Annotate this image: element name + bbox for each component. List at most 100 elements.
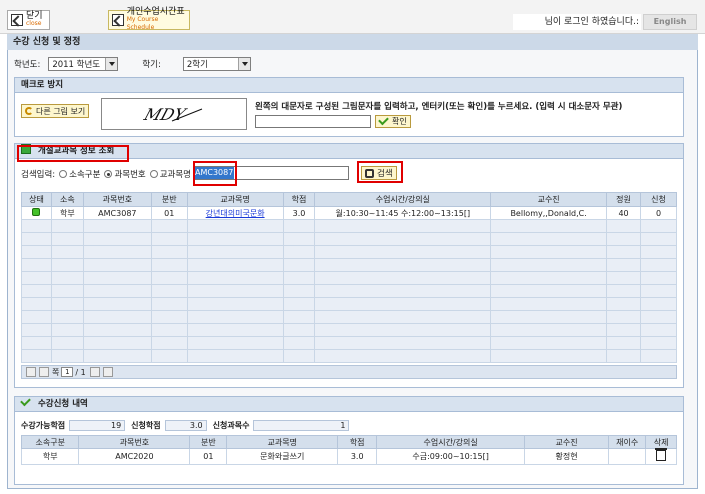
name-cell: 강년대의미국문화 [186,206,284,220]
prev-page-button[interactable] [39,367,49,377]
radio-course-name[interactable] [149,170,158,178]
radio-dept-label: 소속구분 [69,170,101,180]
section-cell: 01 [150,206,188,220]
registered-table: 소속구분 과목번호 분반 교과목명 학점 수업시간/강의실 교수진 재이수 삭제… [20,435,677,465]
registered-title: 수강신청 내역 [37,399,88,409]
col-status[interactable]: 상태 [21,192,52,207]
course-results-table: 상태 소속 과목번호 분반 교과목명 학점 수업시간/강의실 교수진 정원 신청… [21,192,677,363]
empty-row [21,219,677,233]
col-dept[interactable]: 소속 [50,192,84,207]
term-filter: 학년도: 2011 학년도 학기: 2학기 [14,57,251,71]
top-bar: 닫기 close 개인수업시간표 My Course Schedule 님이 로… [0,0,705,34]
page-input[interactable]: 1 [61,367,74,377]
retake-cell [608,448,647,465]
radio-course-code-label: 과목번호 [114,170,146,180]
check-icon [20,395,31,407]
col-time[interactable]: 수업시간/강의실 [314,192,492,207]
capacity-cell: 40 [606,206,642,220]
course-search-header: 개설교과목 정보 조회 [15,144,683,159]
col-credit: 학점 [337,435,378,449]
col-prof[interactable]: 교수진 [490,192,608,207]
registered-courses-panel: 수강신청 내역 수강가능학점 19 신청학점 3.0 신청과목수 1 소속구분 … [14,395,684,485]
col-section: 분반 [189,435,228,449]
search-button[interactable]: 검색 [361,166,397,180]
col-code[interactable]: 과목번호 [82,192,152,207]
term-select[interactable]: 2학기 [182,57,251,71]
trash-icon[interactable] [655,448,668,461]
refresh-captcha-button[interactable]: 다른 그림 보기 [21,104,90,118]
close-sub-label: close [26,20,42,27]
captcha-text: MDY [141,105,190,124]
year-select[interactable]: 2011 학년도 [48,57,119,71]
credit-cell: 3.0 [337,448,378,465]
schedule-icon [112,14,124,26]
course-schedule-button[interactable]: 개인수업시간표 My Course Schedule [108,7,190,31]
pager: 쪽 1 / 1 [21,365,677,379]
course-count-value: 1 [253,419,350,431]
check-icon [378,114,389,126]
col-name[interactable]: 교과목명 [186,192,284,207]
schedule-label: 개인수업시간표 [126,7,185,17]
next-page-button[interactable] [89,367,100,377]
close-label: 닫기 [26,11,43,21]
col-delete: 삭제 [645,435,677,449]
chevron-down-icon [237,58,250,70]
last-page-button[interactable] [102,367,113,377]
status-cell [21,206,52,220]
table-row[interactable]: 학부 AMC3087 01 강년대의미국문화 3.0 월:10:30~11:45… [21,206,677,220]
first-page-button[interactable] [26,367,36,377]
col-retake: 재이수 [608,435,647,449]
max-credit-label: 수강가능학점 [21,420,66,430]
page-title: 수강 신청 및 정정 [7,34,698,50]
search-button-label: 검색 [377,169,393,179]
time-cell: 월:10:30~11:45 수:12:00~13:15[] [314,206,492,220]
schedule-sub-label: My Course Schedule [126,16,159,31]
english-button[interactable]: English [643,14,697,30]
empty-row [21,232,677,246]
col-dept: 소속구분 [20,435,80,449]
course-name-link[interactable]: 강년대의미국문화 [206,209,265,218]
chevron-down-icon [105,58,118,70]
radio-course-name-label: 교과목명 [159,170,191,180]
empty-row [21,271,677,285]
applied-cell: 0 [640,206,677,220]
course-count-label: 신청과목수 [212,420,250,430]
col-prof: 교수진 [524,435,610,449]
captcha-confirm-label: 확인 [392,117,407,126]
macro-panel-title: 매크로 방지 [15,78,683,93]
empty-row [21,310,677,324]
radio-course-code[interactable] [104,170,113,178]
applied-credit-label: 신청학점 [131,420,161,430]
refresh-captcha-label: 다른 그림 보기 [36,106,86,116]
captcha-image: MDY [101,98,247,130]
table-header-row: 상태 소속 과목번호 분반 교과목명 학점 수업시간/강의실 교수진 정원 신청 [21,192,677,207]
status-indicator-icon [32,208,41,216]
close-button[interactable]: 닫기 close [7,10,50,30]
captcha-instruction: 왼쪽의 대문자로 구성된 그림문자를 입력하고, 엔터키(또는 확인)를 누르세… [255,102,623,112]
term-select-value: 2학기 [186,60,208,70]
course-search-input[interactable]: AMC3087 [193,166,349,180]
empty-row [21,245,677,259]
col-capacity[interactable]: 정원 [606,192,642,207]
time-cell: 수금:09:00~10:15[] [376,448,526,465]
col-credit[interactable]: 학점 [282,192,316,207]
captcha-input[interactable] [255,115,371,128]
empty-row [21,336,677,350]
course-search-title: 개설교과목 정보 조회 [37,146,115,156]
term-label: 학기: [142,60,161,70]
empty-row [21,284,677,298]
dept-cell: 학부 [20,448,80,465]
col-applied[interactable]: 신청 [640,192,677,207]
year-select-value: 2011 학년도 [52,60,101,70]
page-total: / 1 [75,367,86,377]
year-label: 학년도: [14,60,41,70]
captcha-confirm-button[interactable]: 확인 [375,114,411,128]
applied-credit-value: 3.0 [164,419,207,431]
prof-cell: 황정현 [524,448,610,465]
search-row: 검색입력: 소속구분 과목번호 교과목명 AMC3087 검색 [15,166,683,182]
radio-dept[interactable] [59,170,68,178]
code-cell: AMC3087 [82,206,152,220]
col-name: 교과목명 [226,435,339,449]
col-section[interactable]: 분반 [150,192,188,207]
course-search-value: AMC3087 [194,167,235,179]
